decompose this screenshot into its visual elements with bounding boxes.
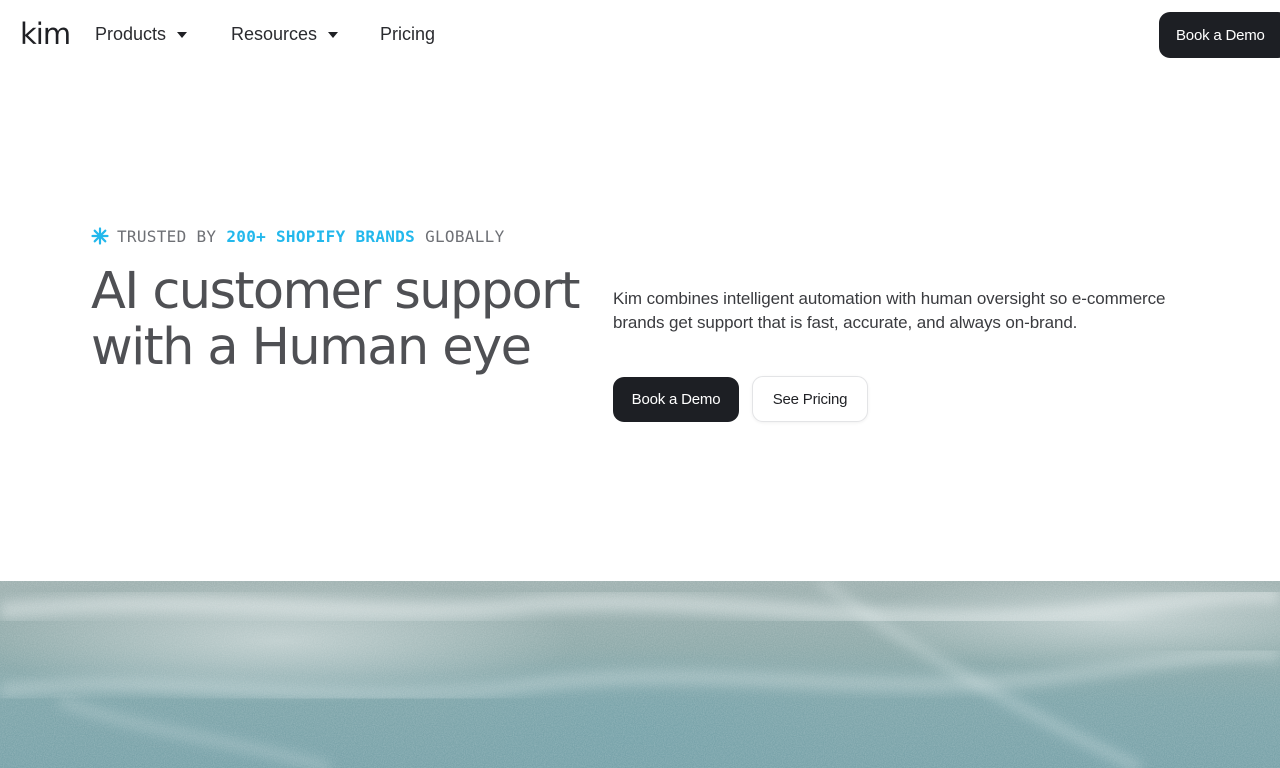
hero-water-image bbox=[0, 581, 1280, 768]
nav-resources-menu[interactable]: Resources bbox=[231, 22, 339, 46]
nav-book-demo-button[interactable]: Book a Demo bbox=[1159, 12, 1280, 58]
see-pricing-button[interactable]: See Pricing bbox=[752, 376, 868, 422]
trusted-by-tagline: TRUSTED BY 200+ SHOPIFY BRANDS GLOBALLY bbox=[91, 225, 505, 247]
water-texture bbox=[0, 581, 1280, 768]
top-navbar: kim Products Resources Pricing Book a De… bbox=[0, 0, 1280, 68]
asterisk-icon bbox=[91, 227, 109, 245]
nav-products-label: Products bbox=[95, 23, 167, 44]
trusted-highlight: 200+ SHOPIFY BRANDS bbox=[226, 226, 416, 246]
book-demo-button[interactable]: Book a Demo bbox=[613, 377, 739, 422]
caret-down-icon bbox=[177, 32, 188, 38]
nav-resources-label: Resources bbox=[231, 23, 318, 44]
kim-logo[interactable]: kim bbox=[20, 14, 71, 54]
trusted-suffix: GLOBALLY bbox=[425, 226, 505, 246]
trusted-prefix: TRUSTED BY bbox=[117, 226, 217, 246]
caret-down-icon bbox=[328, 32, 339, 38]
headline-line-1: AI customer support bbox=[91, 262, 581, 321]
headline-line-2: with a Human eye bbox=[91, 318, 532, 377]
hero-description: Kim combines intelligent automation with… bbox=[613, 289, 1166, 332]
hero-headline: AI customer support with a Human eye bbox=[91, 264, 591, 376]
nav-pricing-link[interactable]: Pricing bbox=[380, 22, 435, 46]
nav-products-menu[interactable]: Products bbox=[95, 22, 188, 46]
